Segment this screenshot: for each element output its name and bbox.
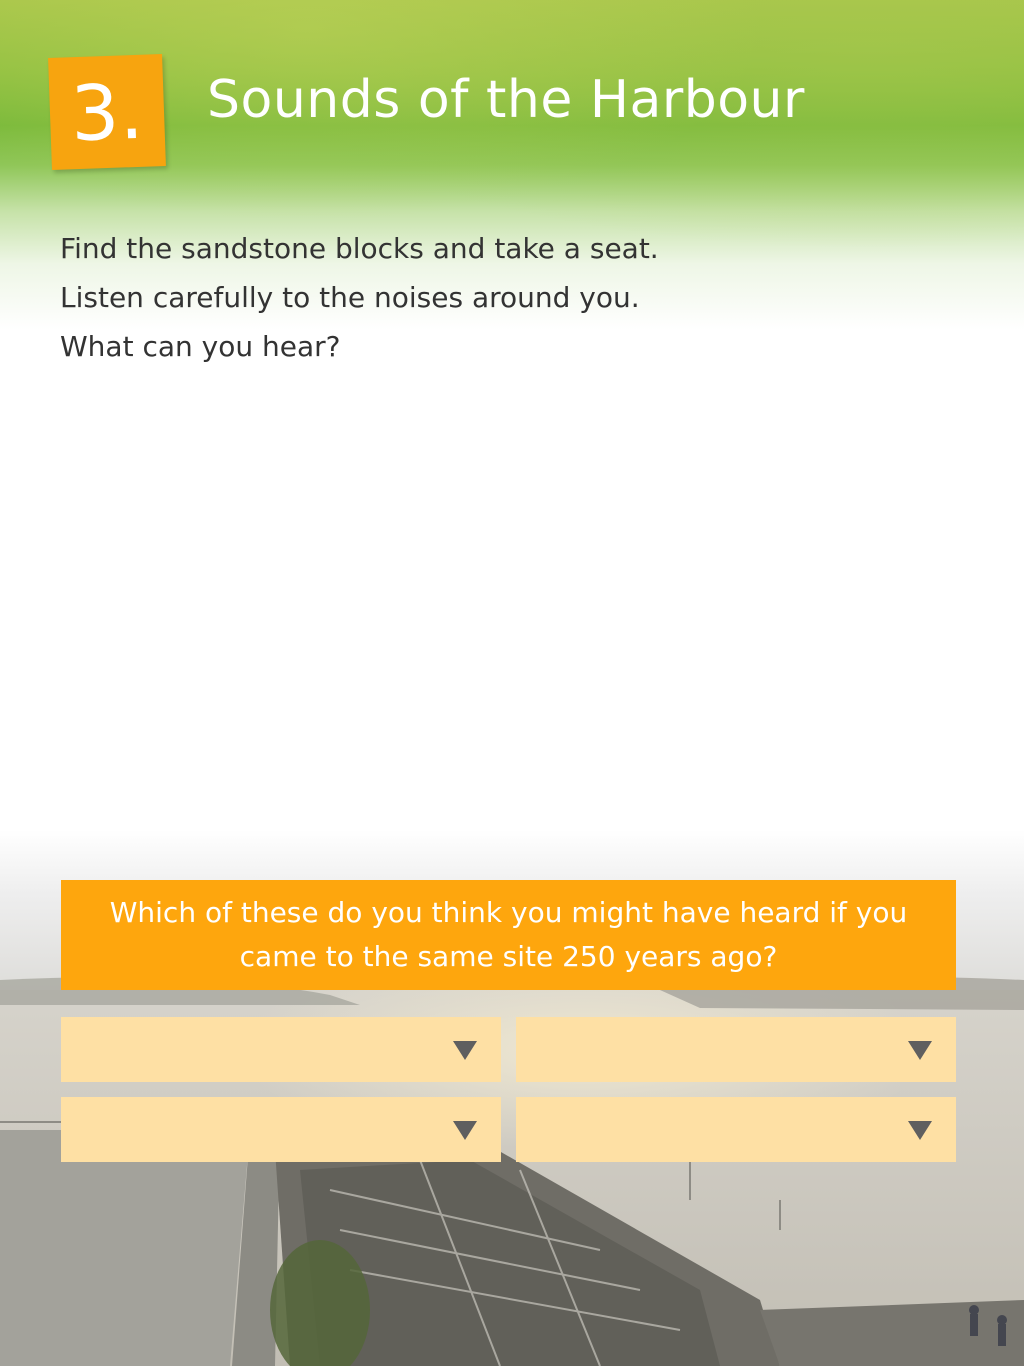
chevron-down-icon xyxy=(908,1041,932,1060)
answer-dropdown-1[interactable] xyxy=(61,1017,501,1082)
step-number: 3. xyxy=(69,66,145,158)
page-title: Sounds of the Harbour xyxy=(207,70,805,130)
answer-dropdown-3[interactable] xyxy=(61,1097,501,1162)
chevron-down-icon xyxy=(453,1121,477,1140)
instruction-line: What can you hear? xyxy=(60,330,341,363)
question-banner: Which of these do you think you might ha… xyxy=(61,880,956,990)
chevron-down-icon xyxy=(453,1041,477,1060)
answer-dropdown-4[interactable] xyxy=(516,1097,956,1162)
instruction-line: Find the sandstone blocks and take a sea… xyxy=(60,232,659,265)
answer-dropdown-2[interactable] xyxy=(516,1017,956,1082)
question-text: Which of these do you think you might ha… xyxy=(109,896,908,973)
instruction-line: Listen carefully to the noises around yo… xyxy=(60,281,640,314)
chevron-down-icon xyxy=(908,1121,932,1140)
instructions: Find the sandstone blocks and take a sea… xyxy=(60,224,820,371)
step-number-badge: 3. xyxy=(48,54,166,170)
